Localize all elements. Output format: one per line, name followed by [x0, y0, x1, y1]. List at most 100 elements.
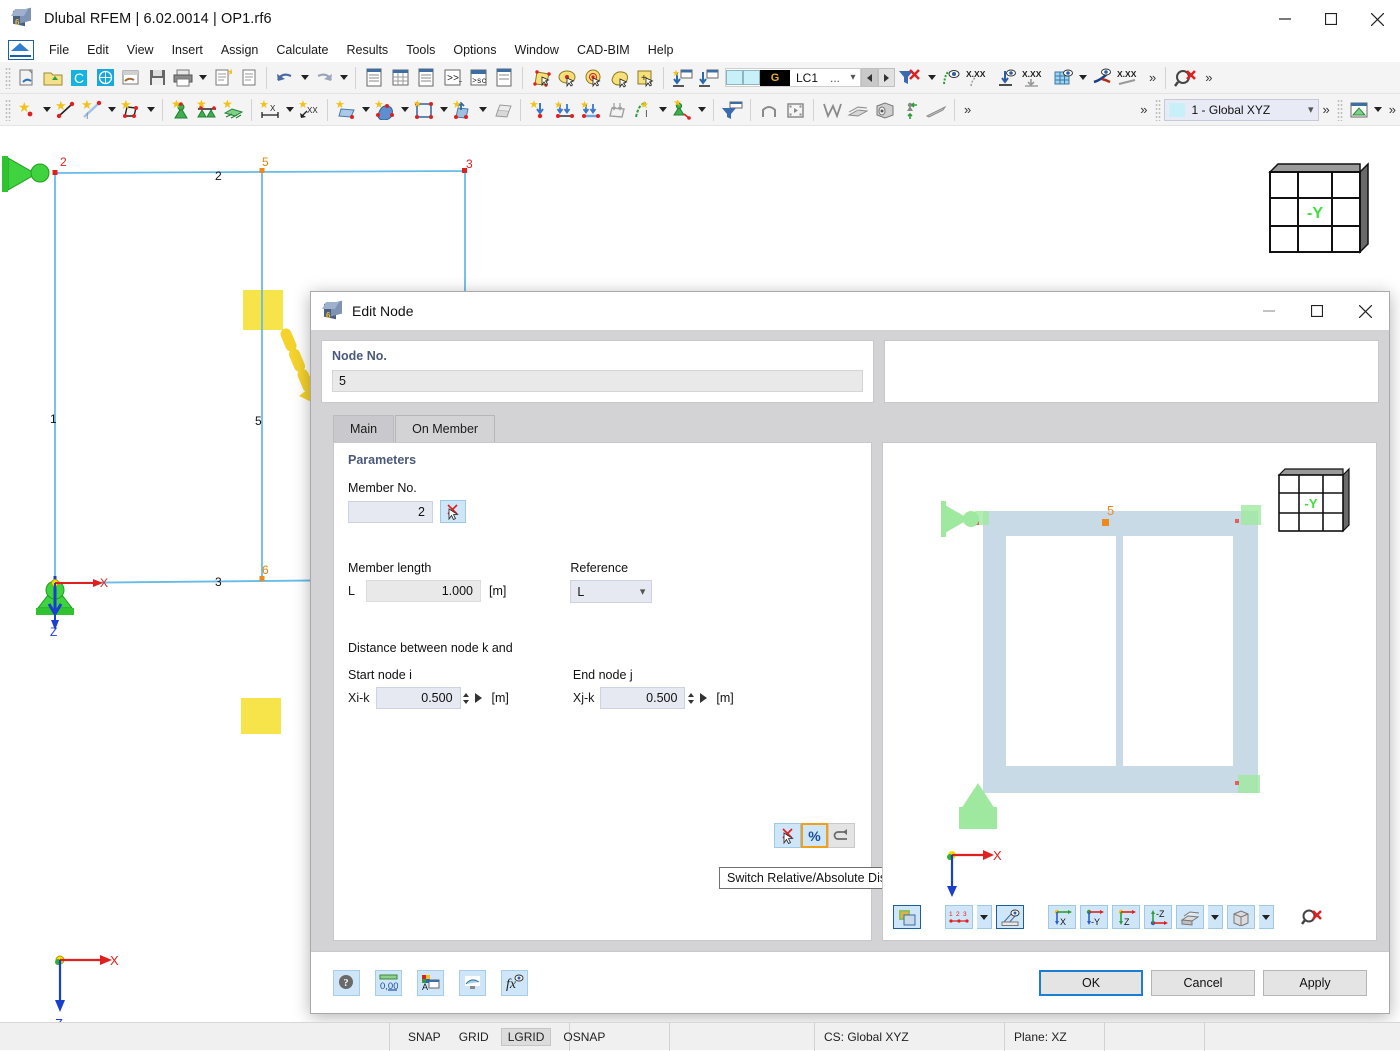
- decimal-places-icon[interactable]: 0,00: [375, 969, 402, 996]
- new-load-node-icon[interactable]: ★: [526, 97, 552, 123]
- import-window-icon[interactable]: [695, 65, 721, 91]
- new-opening-icon[interactable]: ★: [411, 97, 437, 123]
- new-load-surface-icon[interactable]: [604, 97, 630, 123]
- grid-toggle[interactable]: GRID: [453, 1029, 495, 1045]
- deform-icon[interactable]: [1089, 65, 1115, 91]
- apply-button[interactable]: Apply: [1263, 969, 1367, 996]
- preview-panel[interactable]: 5 X Z: [882, 442, 1377, 941]
- reset-arrow-icon[interactable]: [828, 823, 855, 848]
- xxx-label-3[interactable]: X.XX: [1115, 65, 1145, 91]
- numbering-icon[interactable]: 123: [945, 905, 973, 929]
- redo-caret[interactable]: [337, 65, 350, 91]
- undo-icon[interactable]: [272, 65, 298, 91]
- measure-icon[interactable]: [996, 905, 1024, 929]
- reference-select[interactable]: L ▾: [570, 580, 653, 603]
- toolbar-overflow-6[interactable]: »: [1385, 102, 1400, 117]
- help-info-icon[interactable]: ?: [333, 969, 360, 996]
- load-case-combo[interactable]: G LC1 ... ▾: [725, 68, 862, 87]
- end-play-icon[interactable]: [696, 687, 710, 709]
- new-dim-xx-icon[interactable]: XX ★: [296, 97, 322, 123]
- menu-options[interactable]: Options: [444, 41, 505, 59]
- menu-edit[interactable]: Edit: [78, 41, 118, 59]
- new-extrude-icon[interactable]: ★: [450, 97, 476, 123]
- load-case-more[interactable]: ...: [824, 71, 846, 85]
- delete-block-icon[interactable]: [489, 97, 515, 123]
- navigator-icon[interactable]: [361, 65, 387, 91]
- bridge-icon[interactable]: [756, 97, 782, 123]
- formula-icon[interactable]: fx: [501, 969, 528, 996]
- cable-icon[interactable]: [819, 97, 845, 123]
- console-icon[interactable]: >>_: [439, 65, 465, 91]
- zoom-delete-icon[interactable]: [1171, 65, 1201, 91]
- new-support-surface-icon[interactable]: ★: [220, 97, 246, 123]
- menu-tools[interactable]: Tools: [397, 41, 444, 59]
- close-icon[interactable]: [1354, 0, 1400, 38]
- xxx-label-1[interactable]: X.XX: [964, 65, 994, 91]
- film-icon[interactable]: [782, 97, 808, 123]
- start-play-icon[interactable]: [472, 687, 486, 709]
- new-load-free-icon[interactable]: I ★: [630, 97, 656, 123]
- new-line-member-icon[interactable]: ★ I: [79, 97, 105, 123]
- render-settings-icon[interactable]: [459, 969, 486, 996]
- table-icon[interactable]: [387, 65, 413, 91]
- toolbar-grip[interactable]: [1154, 98, 1161, 121]
- toolbar-overflow-3[interactable]: »: [960, 102, 975, 117]
- toolbar-overflow-4[interactable]: »: [1136, 102, 1151, 117]
- toolbar-overflow-5[interactable]: »: [1319, 102, 1334, 117]
- ok-button[interactable]: OK: [1039, 969, 1143, 996]
- new-node-icon[interactable]: ★: [14, 97, 40, 123]
- new-solid-icon[interactable]: ★: [372, 97, 398, 123]
- filter-delete-icon[interactable]: [895, 65, 925, 91]
- view-box-caret[interactable]: [1259, 905, 1274, 929]
- tab-on-member[interactable]: On Member: [395, 415, 496, 442]
- work-plane-caret[interactable]: [1372, 97, 1385, 123]
- new-report-icon[interactable]: ★: [209, 65, 235, 91]
- pushover-icon[interactable]: [897, 97, 923, 123]
- visibility-dim-icon[interactable]: [994, 65, 1020, 91]
- solid-cube-icon[interactable]: [871, 97, 897, 123]
- menu-results[interactable]: Results: [338, 41, 398, 59]
- lgrid-toggle[interactable]: LGRID: [500, 1027, 552, 1046]
- view-iso-icon[interactable]: [1176, 905, 1204, 929]
- panel-icon[interactable]: [491, 65, 517, 91]
- snap-toggle[interactable]: SNAP: [402, 1029, 447, 1045]
- view-box-icon[interactable]: [1227, 905, 1255, 929]
- plate-icon[interactable]: [845, 97, 871, 123]
- cloud-c-icon[interactable]: C: [66, 65, 92, 91]
- pick-distance-icon[interactable]: [774, 823, 801, 848]
- print-caret[interactable]: [196, 65, 209, 91]
- grid-caret[interactable]: [1076, 65, 1089, 91]
- new-polyline-icon[interactable]: ★: [118, 97, 144, 123]
- new-support-nodal-icon[interactable]: ★: [168, 97, 194, 123]
- menu-window[interactable]: Window: [505, 41, 567, 59]
- toolbar-grip[interactable]: [1336, 98, 1343, 121]
- view-negz-icon[interactable]: -Z: [1144, 905, 1172, 929]
- grid-visibility-icon[interactable]: [1050, 65, 1076, 91]
- view-negy-icon[interactable]: -Y: [1080, 905, 1108, 929]
- menu-calculate[interactable]: Calculate: [267, 41, 337, 59]
- menu-file[interactable]: File: [40, 41, 78, 59]
- report-icon[interactable]: [235, 65, 261, 91]
- new-dim-x-icon[interactable]: X ★: [257, 97, 283, 123]
- chevron-down-icon[interactable]: ▾: [1308, 103, 1314, 116]
- view-z-icon[interactable]: Z: [1112, 905, 1140, 929]
- toolbar-grip[interactable]: [5, 66, 11, 89]
- tab-main[interactable]: Main: [333, 415, 395, 442]
- member-no-input[interactable]: 2: [348, 500, 433, 523]
- dialog-maximize-icon[interactable]: [1293, 292, 1341, 330]
- maximize-icon[interactable]: [1308, 0, 1354, 38]
- save-as-icon[interactable]: [118, 65, 144, 91]
- menu-help[interactable]: Help: [639, 41, 683, 59]
- toolbar-grip[interactable]: [5, 98, 11, 121]
- select-free-icon[interactable]: [606, 65, 632, 91]
- new-solid-caret[interactable]: [398, 97, 411, 123]
- filter-caret[interactable]: [925, 65, 938, 91]
- new-support-line-icon[interactable]: ★: [194, 97, 220, 123]
- select-surface-icon[interactable]: [528, 65, 554, 91]
- dialog-minimize-icon[interactable]: [1245, 292, 1293, 330]
- minimize-icon[interactable]: [1262, 0, 1308, 38]
- cancel-button[interactable]: Cancel: [1151, 969, 1255, 996]
- undo-caret[interactable]: [298, 65, 311, 91]
- redo-icon[interactable]: [311, 65, 337, 91]
- work-plane-icon[interactable]: [1346, 97, 1372, 123]
